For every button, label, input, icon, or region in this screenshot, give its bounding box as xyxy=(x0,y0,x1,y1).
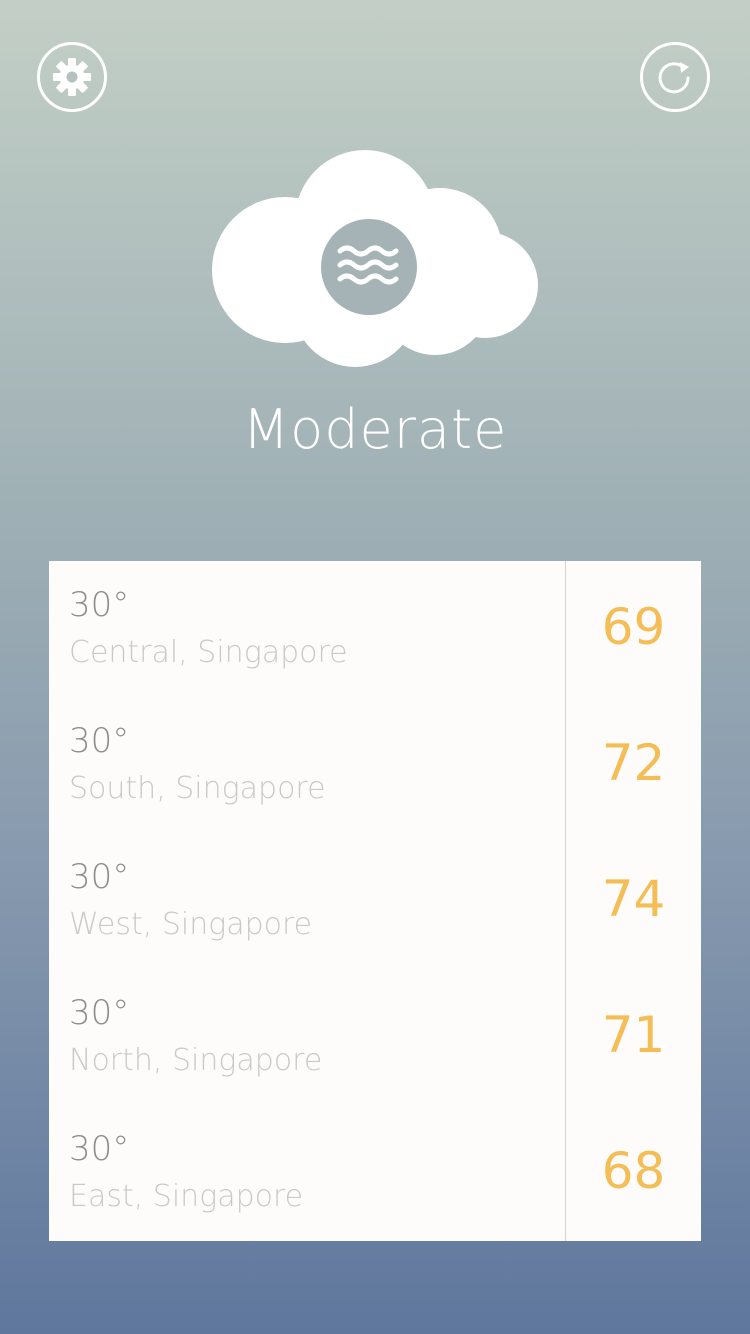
refresh-button[interactable] xyxy=(640,42,710,112)
region-psi-value: 68 xyxy=(601,1142,666,1200)
region-row-north[interactable]: 30° North, Singapore 71 xyxy=(49,969,701,1105)
region-list: 30° Central, Singapore 69 30° South, Sin… xyxy=(49,561,701,1241)
region-row-south[interactable]: 30° South, Singapore 72 xyxy=(49,697,701,833)
settings-button[interactable] xyxy=(37,42,107,112)
air-quality-status: Moderate xyxy=(242,398,508,461)
region-psi-value: 74 xyxy=(601,870,666,928)
region-temperature: 30° xyxy=(69,993,130,1033)
region-row-central[interactable]: 30° Central, Singapore 69 xyxy=(49,561,701,697)
region-location: Central, Singapore xyxy=(69,635,348,670)
region-location: South, Singapore xyxy=(69,771,326,806)
region-temperature: 30° xyxy=(69,857,130,897)
region-row-west[interactable]: 30° West, Singapore 74 xyxy=(49,833,701,969)
region-temperature: 30° xyxy=(69,585,130,625)
gear-icon xyxy=(53,58,91,96)
region-temperature: 30° xyxy=(69,721,130,761)
region-location: East, Singapore xyxy=(69,1179,304,1214)
region-row-east[interactable]: 30° East, Singapore 68 xyxy=(49,1105,701,1241)
region-temperature: 30° xyxy=(69,1129,130,1169)
refresh-icon xyxy=(658,62,690,94)
region-location: West, Singapore xyxy=(69,907,313,942)
region-psi-value: 72 xyxy=(601,734,666,792)
air-quality-hero xyxy=(210,145,540,370)
region-location: North, Singapore xyxy=(69,1043,323,1078)
region-psi-value: 71 xyxy=(601,1006,666,1064)
haze-cloud-icon xyxy=(212,150,538,367)
region-psi-value: 69 xyxy=(601,598,666,656)
